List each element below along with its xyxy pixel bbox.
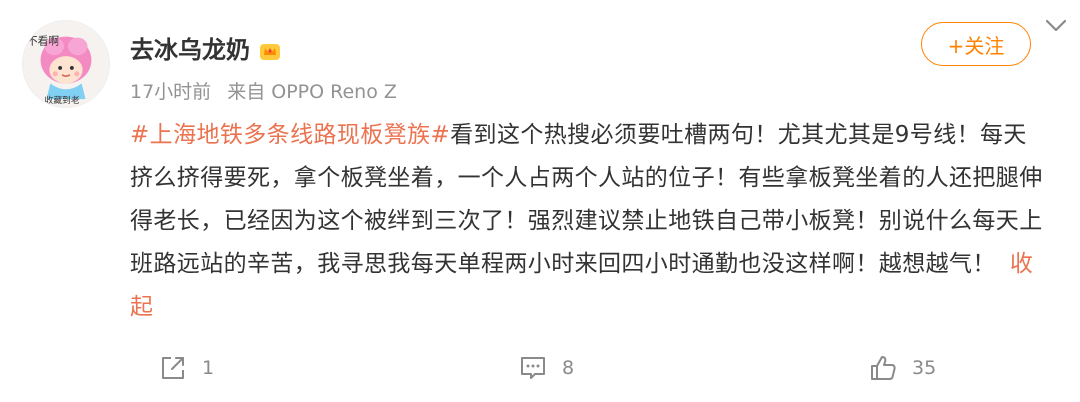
- share-icon: [162, 357, 184, 379]
- post-text: #上海地铁多条线路现板凳族#看到这个热搜必须要吐槽两句！尤其尤其是9号线！每天挤…: [130, 114, 1045, 329]
- chevron-down-icon[interactable]: [1045, 18, 1067, 34]
- action-bar: 1 8 35: [0, 348, 1080, 388]
- comment-count: 8: [562, 357, 575, 379]
- repost-count: 1: [202, 357, 215, 379]
- weibo-post-card: 不看啊 收藏到老 去冰乌龙奶 17小时前 来自 OPPO Reno Z +关注 …: [0, 0, 1080, 402]
- avatar-image: 不看啊 收藏到老: [23, 21, 109, 107]
- comment-icon: [521, 357, 545, 379]
- post-source: 来自 OPPO Reno Z: [227, 81, 397, 103]
- like-button[interactable]: 35: [868, 348, 936, 388]
- crown-badge-icon[interactable]: [259, 40, 281, 62]
- avatar-text-bottom: 收藏到老: [45, 94, 80, 106]
- avatar-text-top: 不看啊: [27, 34, 60, 47]
- post-time[interactable]: 17小时前: [130, 81, 211, 103]
- hashtag-link[interactable]: #上海地铁多条线路现板凳族#: [130, 122, 450, 148]
- comment-button[interactable]: 8: [518, 348, 574, 388]
- thumbs-up-icon: [871, 356, 896, 380]
- repost-button[interactable]: 1: [158, 348, 214, 388]
- post-meta: 17小时前 来自 OPPO Reno Z: [130, 78, 397, 106]
- follow-button[interactable]: +关注: [921, 22, 1031, 66]
- avatar[interactable]: 不看啊 收藏到老: [22, 20, 110, 108]
- username[interactable]: 去冰乌龙奶: [130, 34, 250, 66]
- like-count: 35: [912, 357, 937, 379]
